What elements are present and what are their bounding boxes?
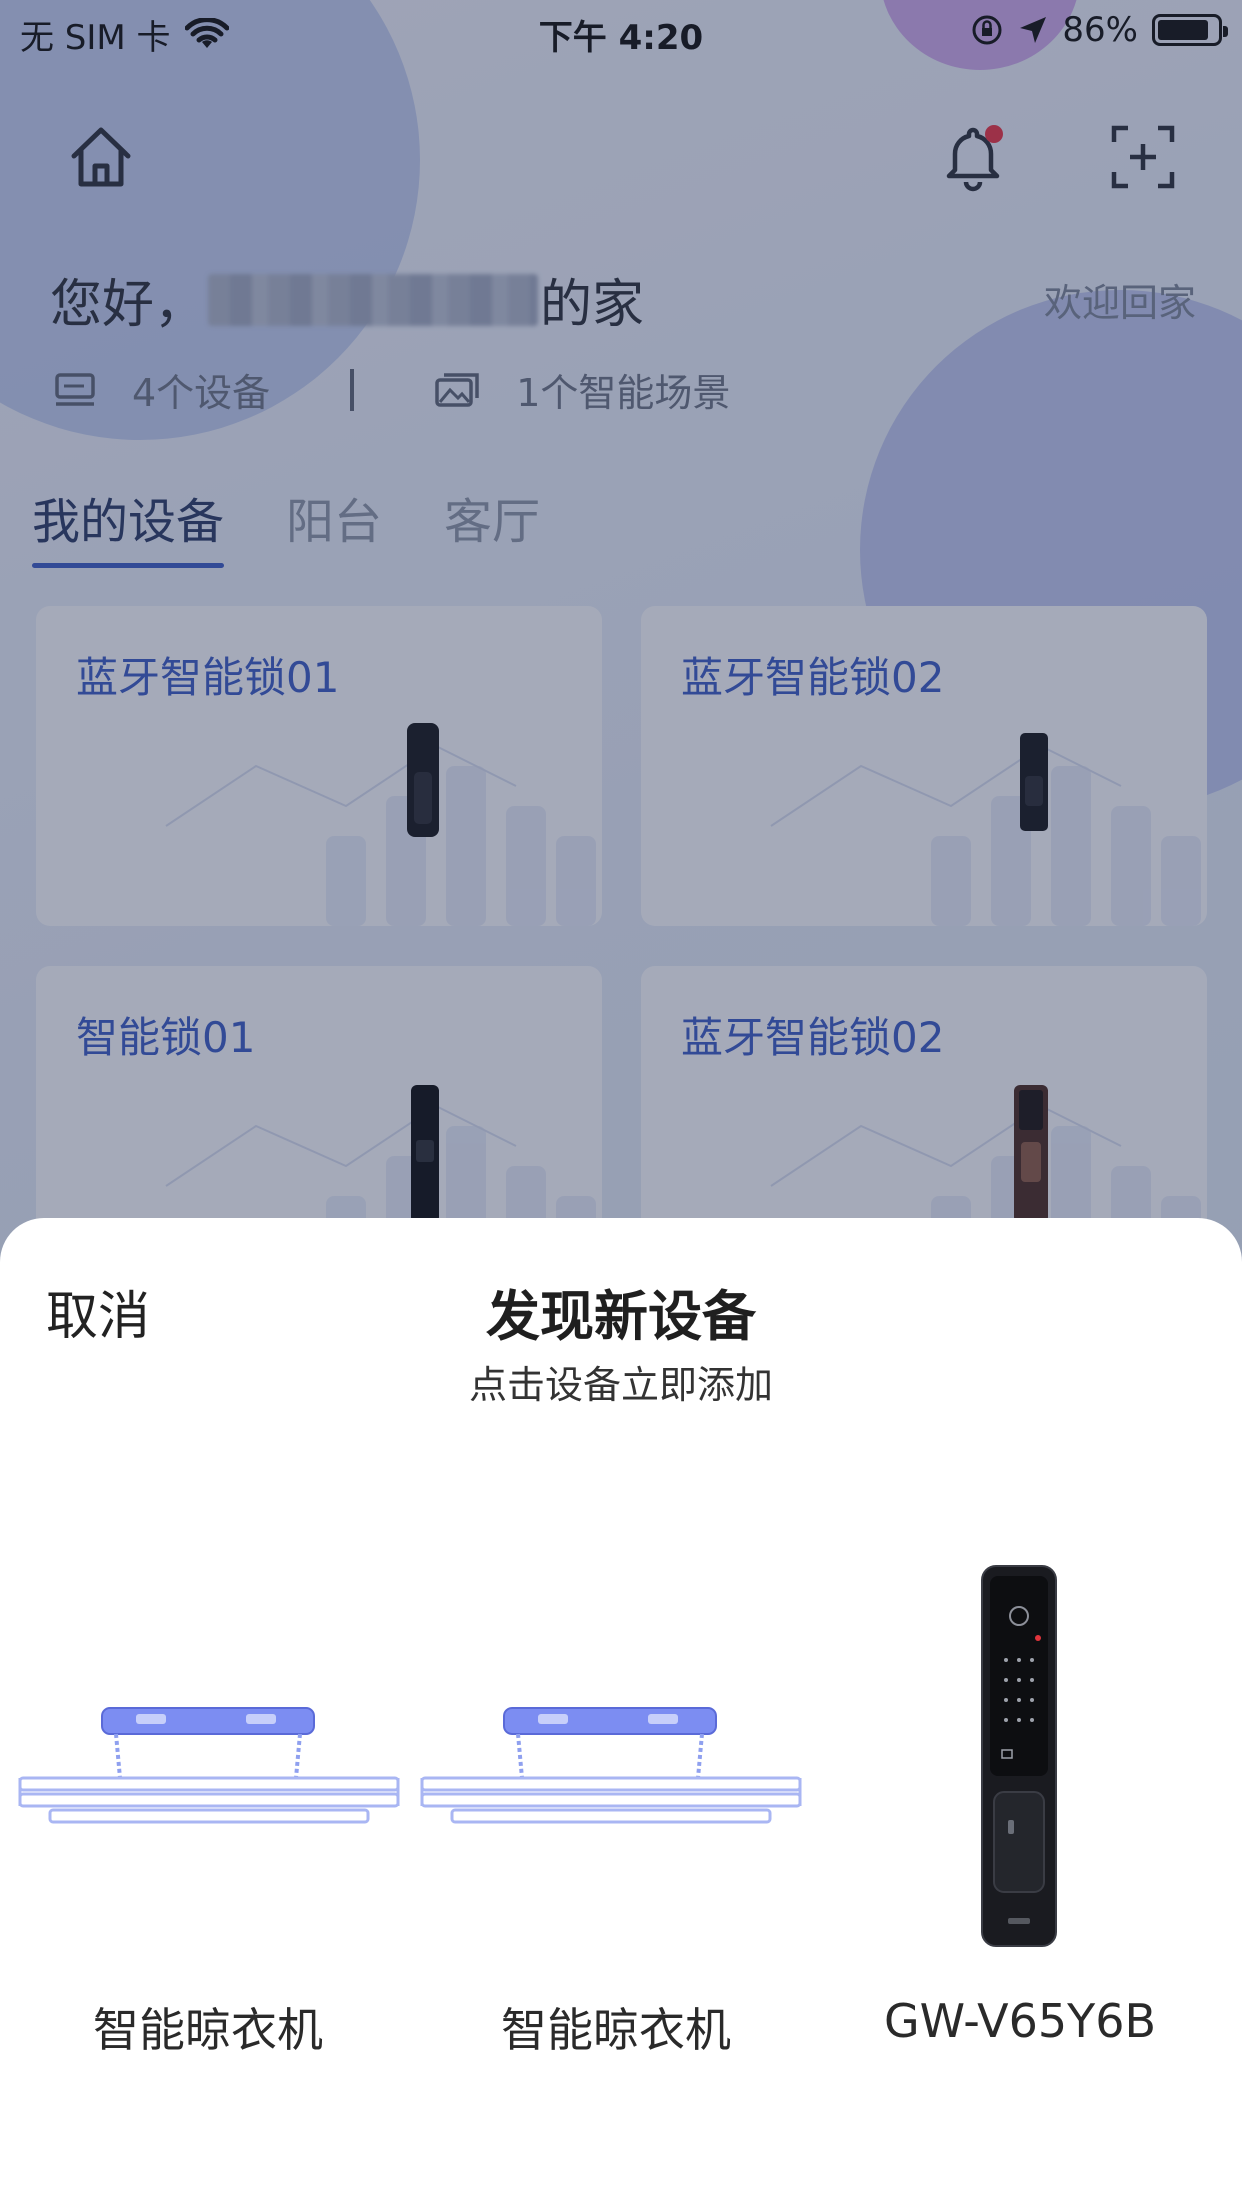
found-device-label: GW-V65Y6B (883, 1994, 1157, 2048)
discover-devices-sheet: 取消 发现新设备 点击设备立即添加 智能晾衣机 智能晾衣机 GW-V65Y6B (0, 1218, 1242, 2208)
sheet-subtitle: 点击设备立即添加 (468, 1363, 773, 1407)
clothes-rack-icon (18, 1707, 400, 1824)
found-device-label: 智能晾衣机 (93, 2003, 323, 2057)
clothes-rack-icon (420, 1707, 802, 1824)
found-device-smart-lock[interactable]: GW-V65Y6B (818, 1564, 1222, 2064)
smart-lock-icon (981, 1565, 1057, 1947)
found-device-clothes-rack[interactable]: 智能晾衣机 (6, 1698, 410, 2058)
sheet-title: 发现新设备 (486, 1285, 756, 1348)
found-device-clothes-rack[interactable]: 智能晾衣机 (414, 1698, 818, 2058)
home-screen: 无 SIM 卡 下午 4:20 86% 您好， 的家 欢迎回家 4个设备 1个智… (0, 0, 1242, 2208)
found-device-label: 智能晾衣机 (501, 2003, 731, 2057)
